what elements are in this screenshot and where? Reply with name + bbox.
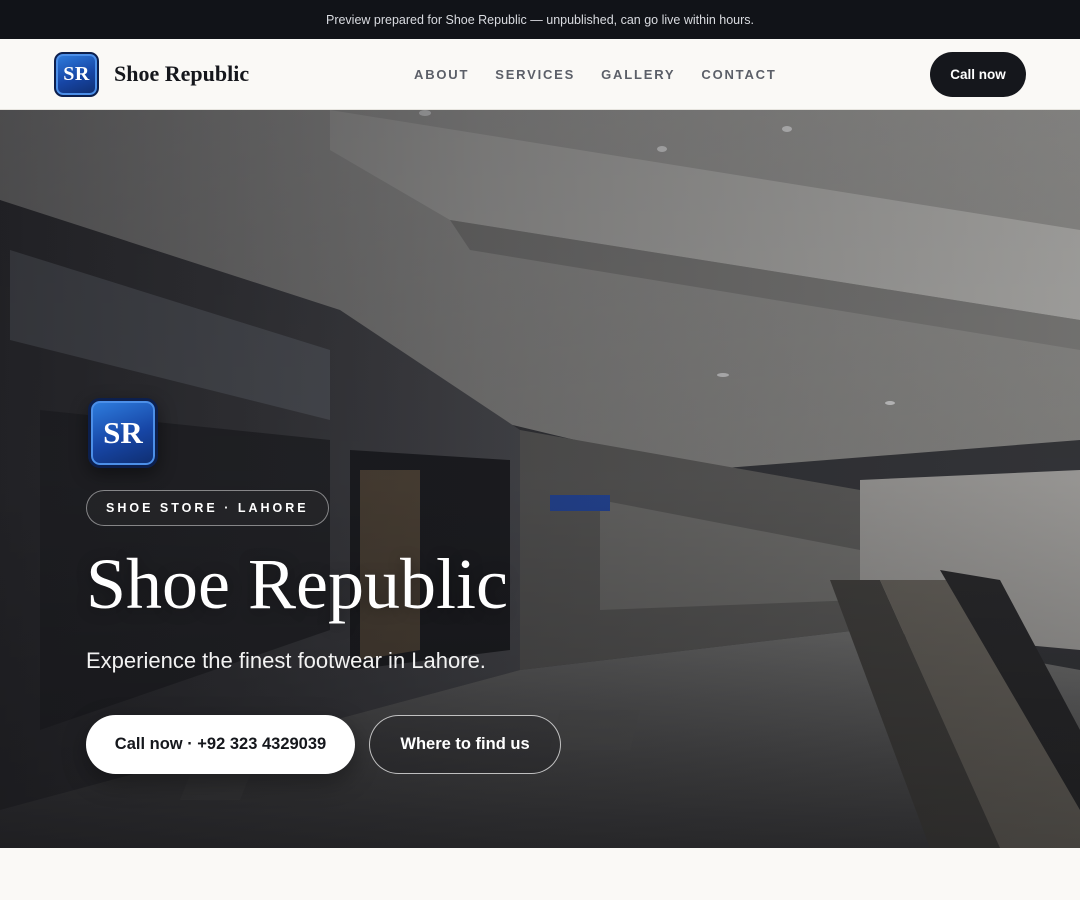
hero-content: SR SHOE STORE · LAHORE Shoe Republic Exp… [86,110,786,848]
hero-section: SR SHOE STORE · LAHORE Shoe Republic Exp… [0,110,1080,848]
hero-subtitle: Experience the finest footwear in Lahore… [86,648,486,673]
preview-banner-text: Preview prepared for Shoe Republic — unp… [325,12,755,27]
nav-link-gallery[interactable]: GALLERY [601,67,675,82]
brand-logo: SR [54,51,99,97]
brand[interactable]: SR Shoe Republic [54,51,249,97]
site-header: SR Shoe Republic ABOUT SERVICES GALLERY … [0,39,1080,110]
hero-category-tag: SHOE STORE · LAHORE [86,490,329,526]
brand-name: Shoe Republic [114,61,250,86]
where-to-find-us-button[interactable]: Where to find us [369,715,561,774]
preview-banner: Preview prepared for Shoe Republic — unp… [0,0,1080,39]
hero-title: Shoe Republic [86,544,508,624]
call-phone-button[interactable]: Call now · +92 323 4329039 [86,715,355,774]
hero-category-tag-text: SHOE STORE · LAHORE [106,501,309,515]
call-now-button[interactable]: Call now [930,52,1026,97]
nav-link-contact[interactable]: CONTACT [701,67,776,82]
nav-link-about[interactable]: ABOUT [414,67,469,82]
nav-link-services[interactable]: SERVICES [495,67,575,82]
hero-logo: SR [88,398,158,468]
main-nav: ABOUT SERVICES GALLERY CONTACT [414,39,777,109]
